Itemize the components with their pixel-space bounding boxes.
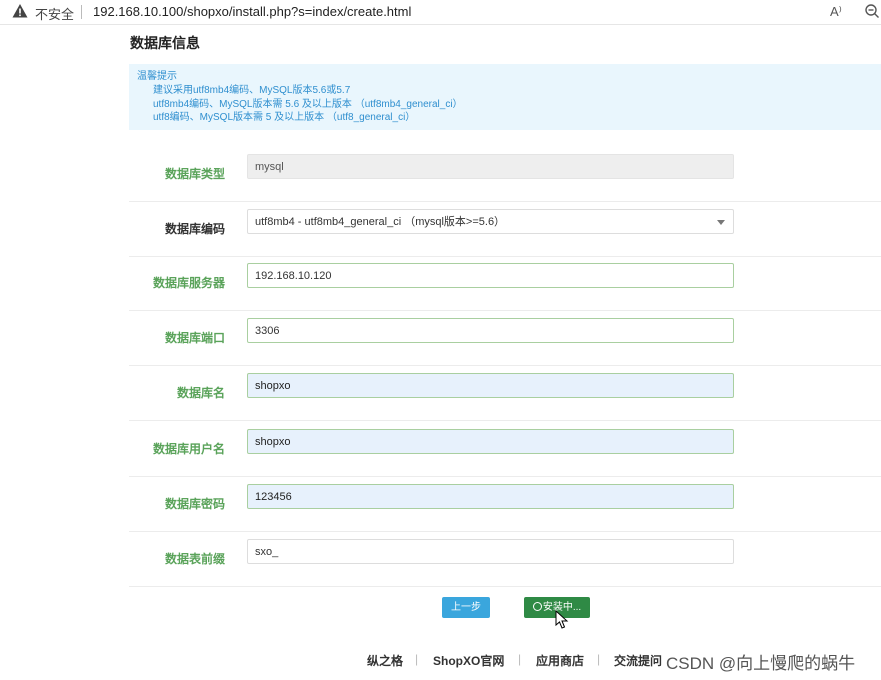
tips-box: 温馨提示 建议采用utf8mb4编码、MySQL版本5.6或5.7 utf8mb… bbox=[129, 64, 881, 130]
db-user-label: 数据库用户名 bbox=[152, 442, 225, 456]
db-charset-selected: utf8mb4 - utf8mb4_general_ci （mysql版本>=5… bbox=[255, 216, 506, 228]
tips-line: utf8mb4编码、MySQL版本需 5.6 及以上版本 （utf8mb4_ge… bbox=[153, 99, 463, 110]
page-title: 数据库信息 bbox=[130, 35, 200, 51]
security-label[interactable]: 不安全 bbox=[35, 4, 74, 23]
tips-line: utf8编码、MySQL版本需 5 及以上版本 （utf8_general_ci… bbox=[153, 112, 416, 123]
db-type-label: 数据库类型 bbox=[164, 167, 225, 181]
form-row-db-host: 数据库服务器 192.168.10.120 bbox=[129, 255, 881, 311]
zoom-out-icon[interactable] bbox=[864, 3, 880, 19]
db-pass-input[interactable]: 123456 bbox=[247, 484, 734, 509]
form-row-db-type: 数据库类型 mysql bbox=[129, 146, 881, 202]
db-charset-label: 数据库编码 bbox=[164, 222, 225, 236]
browser-address-bar: 不安全 192.168.10.100/shopxo/install.php?s=… bbox=[0, 0, 881, 25]
footer-link-qa[interactable]: 交流提问 bbox=[614, 652, 662, 669]
db-port-input[interactable]: 3306 bbox=[247, 318, 734, 343]
footer-separator: | bbox=[597, 652, 601, 666]
footer-separator: | bbox=[415, 652, 419, 666]
form-row-db-pass: 数据库密码 123456 bbox=[129, 476, 881, 532]
form-row-db-name: 数据库名 shopxo bbox=[129, 365, 881, 421]
db-host-label: 数据库服务器 bbox=[152, 276, 225, 290]
footer-link-zongzhige[interactable]: 纵之格 bbox=[367, 652, 403, 669]
address-bar-divider bbox=[81, 5, 82, 19]
warning-icon[interactable] bbox=[12, 3, 28, 19]
form-row-db-user: 数据库用户名 shopxo bbox=[129, 421, 881, 477]
db-prefix-input[interactable]: sxo_ bbox=[247, 539, 734, 564]
prev-step-button[interactable]: 上一步 bbox=[442, 597, 490, 618]
tips-line: 建议采用utf8mb4编码、MySQL版本5.6或5.7 bbox=[153, 85, 351, 96]
db-charset-select[interactable]: utf8mb4 - utf8mb4_general_ci （mysql版本>=5… bbox=[247, 209, 734, 234]
db-name-input[interactable]: shopxo bbox=[247, 373, 734, 398]
db-port-label: 数据库端口 bbox=[164, 331, 225, 345]
db-type-input[interactable]: mysql bbox=[247, 154, 734, 179]
loading-spinner-icon bbox=[532, 602, 542, 611]
footer-link-shopxo[interactable]: ShopXO官网 bbox=[433, 652, 504, 669]
form-row-db-prefix: 数据表前缀 sxo_ bbox=[129, 531, 881, 587]
form-row-db-port: 数据库端口 3306 bbox=[129, 310, 881, 366]
mouse-cursor-icon bbox=[555, 610, 569, 629]
tips-heading: 温馨提示 bbox=[137, 71, 177, 82]
chevron-down-icon bbox=[717, 220, 725, 225]
db-name-label: 数据库名 bbox=[176, 386, 225, 400]
footer-separator: | bbox=[518, 652, 522, 666]
db-user-input[interactable]: shopxo bbox=[247, 429, 734, 454]
db-pass-label: 数据库密码 bbox=[164, 497, 225, 511]
db-prefix-label: 数据表前缀 bbox=[164, 552, 225, 566]
url-text[interactable]: 192.168.10.100/shopxo/install.php?s=inde… bbox=[93, 4, 411, 19]
db-host-input[interactable]: 192.168.10.120 bbox=[247, 263, 734, 288]
read-aloud-icon[interactable]: A⁾ bbox=[830, 4, 842, 20]
csdn-watermark: CSDN @向上慢爬的蜗牛 bbox=[666, 654, 856, 673]
footer-link-app-store[interactable]: 应用商店 bbox=[536, 652, 584, 669]
form-row-db-charset: 数据库编码 utf8mb4 - utf8mb4_general_ci （mysq… bbox=[129, 201, 881, 257]
